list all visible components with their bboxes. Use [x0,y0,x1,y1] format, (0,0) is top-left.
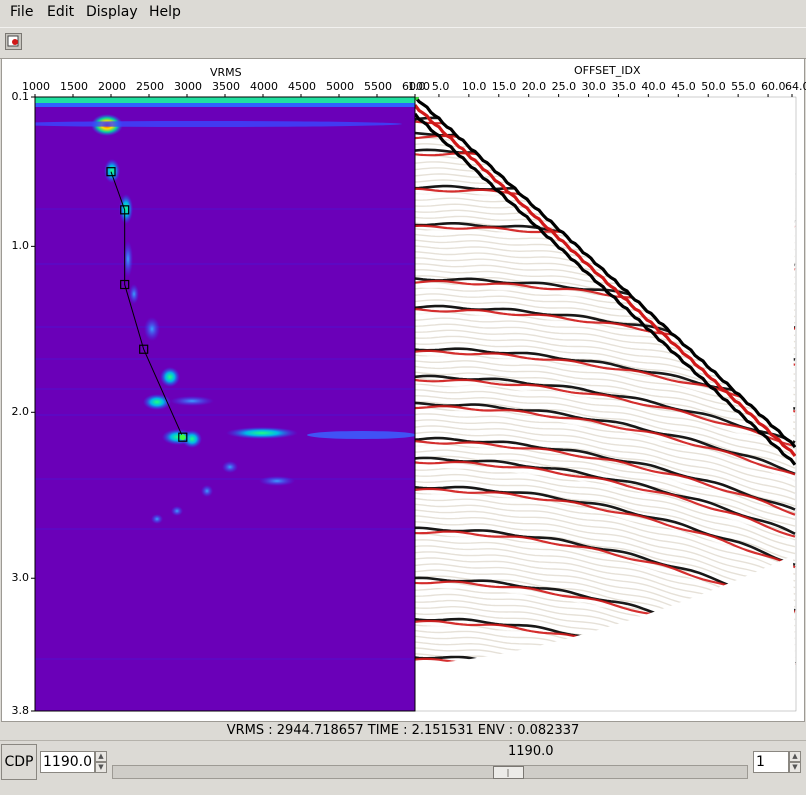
menu-bar: File Edit Display Help [0,0,806,26]
step-spin-down-icon[interactable]: ▼ [789,762,801,773]
grip-icon [507,769,509,777]
menu-edit[interactable]: Edit [47,4,74,20]
time-tick-label: 1.0 [11,239,30,253]
semblance-tick-label: 3000 [174,80,202,93]
semblance-tick-label: 1500 [60,80,88,93]
plot-svg [2,94,797,721]
time-tick-label: 0.1 [11,90,30,103]
gather-tick-label: 55.0 [731,80,756,93]
gather-tick-label: 30.0 [581,80,607,93]
cdp-controls: CDP 1190.0 ▲ ▼ 1190.0 1 ▲ ▼ [0,740,806,795]
semblance-top-band [35,97,415,104]
semblance-tick-label: 5000 [326,80,354,93]
gather-panel[interactable] [413,94,796,721]
gather-tick-label: 45.0 [671,80,696,93]
cdp-button[interactable]: CDP [1,744,37,780]
cdp-slider-value: 1190.0 [508,744,554,759]
cdp-slider-handle[interactable] [493,766,525,779]
semblance-tick-label: 2500 [136,80,164,93]
gather-tick-label: 40.0 [641,80,666,93]
time-tick-label: 3.8 [11,704,30,717]
gather-tick-label: 20.0 [521,80,547,93]
semblance-background [35,97,415,711]
gather-tick-label: 50.0 [701,80,726,93]
menu-file[interactable]: File [10,4,33,20]
semblance-tick-label: 4000 [250,80,278,93]
cdp-spin-up-icon[interactable]: ▲ [95,751,107,762]
semblance-tick-label: 2000 [98,80,126,93]
time-tick-label: 3.0 [11,571,30,585]
gather-tick-label: 1.0 [408,80,426,93]
cursor-readout: VRMS : 2944.718657 TIME : 2.151531 ENV :… [226,723,580,738]
step-input[interactable]: 1 [753,751,789,773]
gather-tick-label: 60.0 [761,80,786,93]
pick-tool-icon [7,35,19,47]
menu-help[interactable]: Help [149,4,181,20]
cdp-spin-down-icon[interactable]: ▼ [95,762,107,773]
gather-tick-label: 25.0 [551,80,577,93]
pick-tool-button[interactable] [5,33,22,50]
active-pick-marker [179,434,186,441]
semblance-panel[interactable] [2,97,417,711]
time-tick-label: 2.0 [11,405,30,419]
plot-canvas: VRMS OFFSET_IDX 1000 1500 2000 2500 3000 3500… [1,58,806,722]
semblance-tick-label: 5500 [364,80,392,93]
cdp-slider-track[interactable] [112,765,748,779]
toolbar [0,27,806,59]
cdp-input[interactable]: 1190.0 [40,751,95,773]
gather-tick-label: 5.0 [431,80,450,93]
gather-tick-label: 10.0 [461,80,487,93]
gather-tick-label: 35.0 [611,80,636,93]
gather-tick-label: 15.0 [491,80,517,93]
semblance-tick-label: 3500 [212,80,240,93]
menu-display[interactable]: Display [86,4,138,20]
semblance-xlabel: VRMS [210,66,242,79]
gather-xlabel: OFFSET_IDX [574,64,641,77]
semblance-tick-label: 4500 [288,80,316,93]
gather-tick-label: 64.0 [785,80,806,93]
step-spin-up-icon[interactable]: ▲ [789,751,801,762]
